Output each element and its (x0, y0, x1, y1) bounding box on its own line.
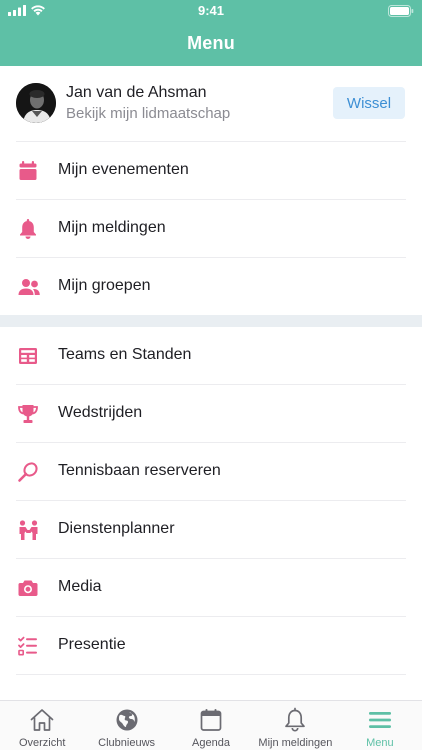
home-icon (30, 709, 54, 731)
tab-menu[interactable]: Menu (338, 701, 422, 750)
tab-label: Menu (366, 737, 394, 749)
menu-item-tennisbaan-reserveren[interactable]: Tennisbaan reserveren (0, 443, 422, 501)
menu-item-label: Dienstenplanner (58, 520, 175, 537)
menu-item-mijn-meldingen[interactable]: Mijn meldingen (0, 200, 422, 258)
hamburger-icon (368, 712, 391, 728)
tab-mijn-meldingen[interactable]: Mijn meldingen (253, 701, 337, 750)
page-title: Menu (187, 33, 235, 53)
globe-icon (116, 709, 138, 731)
menu-item-label: Mijn meldingen (58, 219, 166, 236)
camera-icon (18, 580, 38, 596)
profile-card[interactable]: Jan van de Ahsman Bekijk mijn lidmaatsch… (0, 66, 422, 142)
bell-icon (285, 707, 306, 732)
tab-bar: Overzicht Clubnieuws Agenda Mijn melding… (0, 700, 422, 750)
menu-item-label: Teams en Standen (58, 346, 192, 363)
trophy-icon (18, 405, 38, 423)
table-icon (19, 348, 37, 364)
group-icon (18, 279, 40, 295)
menu-item-mijn-groepen[interactable]: Mijn groepen (0, 258, 422, 316)
menu-item-label: Media (58, 578, 102, 595)
calendar-icon (200, 709, 222, 731)
battery-icon (388, 4, 414, 22)
section-separator (0, 315, 422, 327)
calendar-icon (19, 161, 37, 180)
profile-subtitle-link[interactable]: Bekijk mijn lidmaatschap (66, 105, 230, 122)
menu-item-label: Mijn groepen (58, 277, 151, 294)
avatar (16, 83, 56, 123)
menu-item-label: Presentie (58, 636, 126, 653)
menu-item-dienstenplanner[interactable]: Dienstenplanner (0, 501, 422, 559)
profile-name: Jan van de Ahsman (66, 84, 207, 101)
tab-label: Overzicht (18, 737, 66, 749)
menu-item-media[interactable]: Media (0, 559, 422, 617)
menu-item-presentie[interactable]: Presentie (0, 617, 422, 675)
tab-clubnieuws[interactable]: Clubnieuws (84, 701, 168, 750)
tab-agenda[interactable]: Agenda (169, 701, 253, 750)
tab-overzicht[interactable]: Overzicht (0, 701, 84, 750)
menu-item-label: Wedstrijden (58, 404, 143, 421)
menu-item-wedstrijden[interactable]: Wedstrijden (0, 385, 422, 443)
volunteers-icon (19, 520, 38, 540)
checklist-icon (18, 636, 37, 656)
status-bar: 9:41 (0, 0, 422, 22)
tab-label: Agenda (192, 737, 230, 749)
menu-item-mijn-evenementen[interactable]: Mijn evenementen (0, 142, 422, 200)
racket-icon (18, 462, 38, 482)
bell-icon (20, 219, 36, 239)
menu-item-teams-en-standen[interactable]: Teams en Standen (0, 327, 422, 385)
status-time: 9:41 (197, 3, 225, 18)
app-header: 9:41 Menu (0, 0, 422, 66)
tab-label: Clubnieuws (98, 737, 156, 749)
menu-item-label: Mijn evenementen (58, 161, 189, 178)
switch-button[interactable]: Wissel (333, 87, 405, 119)
tab-label: Mijn meldingen (258, 737, 333, 749)
menu-item-label: Tennisbaan reserveren (58, 462, 221, 479)
